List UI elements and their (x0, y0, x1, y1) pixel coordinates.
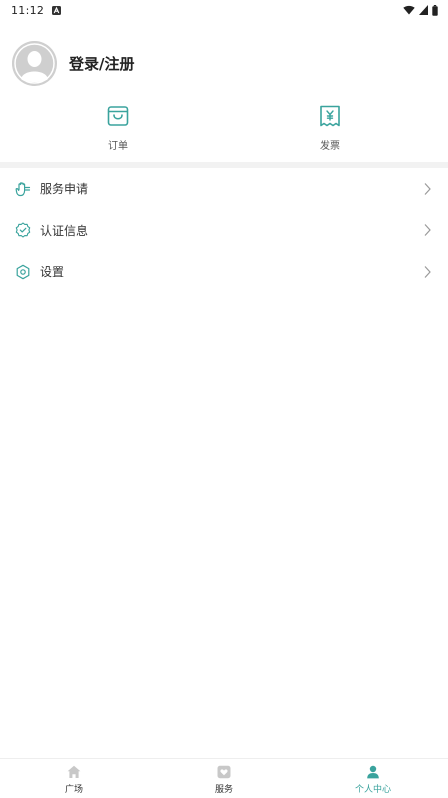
tab-personal-center[interactable]: 个人中心 (333, 765, 413, 795)
tab-service[interactable]: 服务 (184, 765, 264, 795)
tab-label: 广场 (64, 785, 83, 795)
person-icon (367, 765, 379, 779)
chevron-right-icon (424, 182, 431, 195)
tab-label: 个人中心 (354, 785, 391, 795)
menu-item-settings[interactable]: 设置 (0, 251, 448, 293)
battery-icon (432, 4, 438, 16)
tab-label: 服务 (214, 785, 233, 795)
menu-item-service-application[interactable]: 服务申请 (0, 168, 448, 210)
wifi-icon (403, 5, 415, 15)
profile-header[interactable]: 登录/注册 (12, 40, 134, 86)
status-right (403, 4, 438, 16)
a-badge-icon (52, 5, 62, 15)
shopping-bag-icon (107, 106, 129, 126)
status-left: 11:12 (11, 3, 62, 17)
cell-signal-icon (419, 5, 428, 15)
quick-actions: 订单 发票 (0, 104, 448, 162)
order-button[interactable]: 订单 (78, 104, 158, 158)
chevron-right-icon (424, 265, 431, 278)
status-bar: 11:12 (0, 0, 448, 20)
invoice-label: 发票 (320, 141, 340, 152)
status-time: 11:12 (11, 3, 45, 17)
order-label: 订单 (108, 141, 128, 152)
heart-box-icon (217, 765, 231, 779)
chevron-right-icon (424, 224, 431, 237)
settings-hexagon-icon (16, 264, 30, 280)
tab-plaza[interactable]: 广场 (34, 765, 114, 795)
invoice-icon (320, 105, 340, 127)
menu-item-label: 设置 (40, 265, 65, 280)
hand-icon (15, 181, 31, 196)
menu-item-label: 服务申请 (40, 182, 89, 197)
menu-list: 服务申请 认证信息 设置 (0, 168, 448, 293)
invoice-button[interactable]: 发票 (290, 104, 370, 158)
bottom-navigation: 广场 服务 个人中心 (0, 758, 448, 798)
menu-item-label: 认证信息 (40, 223, 89, 238)
home-icon (67, 765, 81, 778)
login-register-link[interactable]: 登录/注册 (69, 53, 134, 74)
verified-badge-icon (15, 222, 31, 238)
menu-item-certification-info[interactable]: 认证信息 (0, 210, 448, 252)
default-avatar-icon[interactable] (12, 40, 57, 86)
